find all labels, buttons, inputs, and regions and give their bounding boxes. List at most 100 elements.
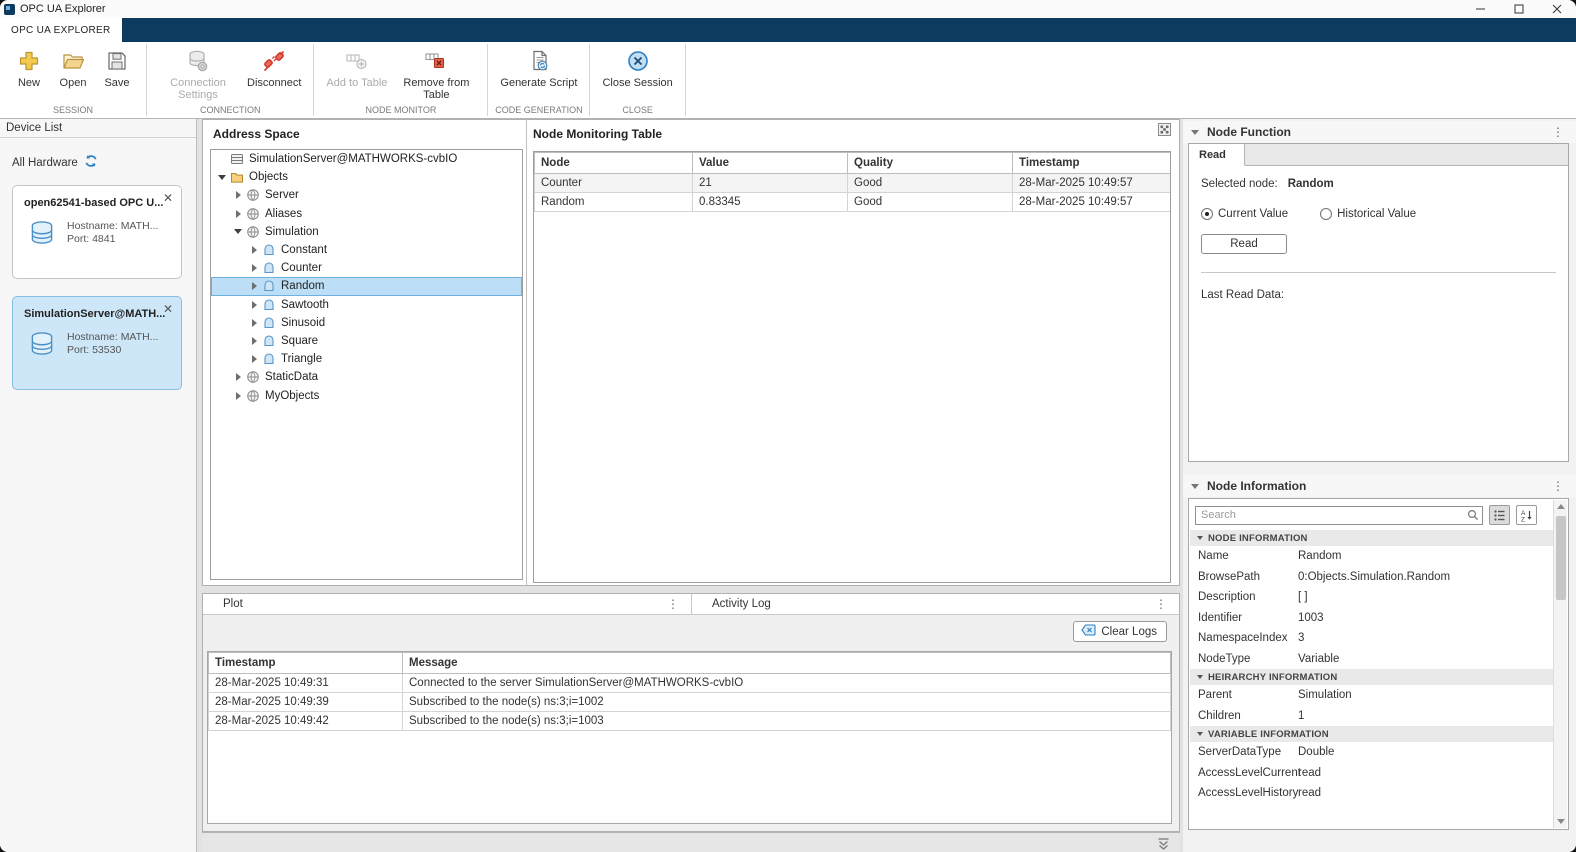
search-input[interactable] xyxy=(1195,506,1483,525)
group-view-button[interactable] xyxy=(1489,505,1510,525)
historical-value-radio[interactable] xyxy=(1320,208,1332,220)
monitor-table-row[interactable]: Random0.83345Good28-Mar-2025 10:49:57 xyxy=(535,193,1172,212)
tree-item-counter[interactable]: Counter xyxy=(211,259,522,277)
log-table-row[interactable]: 28-Mar-2025 10:49:39Subscribed to the no… xyxy=(209,693,1171,712)
caret-expanded-icon[interactable] xyxy=(216,175,228,180)
node-function-header[interactable]: Node Function ⋮ xyxy=(1183,121,1576,143)
remove-from-table-button[interactable]: Remove from Table xyxy=(397,47,475,101)
monitor-table-row[interactable]: Counter21Good28-Mar-2025 10:49:57 xyxy=(535,174,1172,193)
caret-collapsed-icon[interactable] xyxy=(232,210,244,218)
caret-collapsed-icon[interactable] xyxy=(232,373,244,381)
collapse-node-information-icon[interactable] xyxy=(1191,484,1199,489)
caret-collapsed-icon[interactable] xyxy=(248,355,260,363)
caret-collapsed-icon[interactable] xyxy=(248,264,260,272)
close-button[interactable] xyxy=(1538,0,1576,18)
folder-node-icon xyxy=(230,170,244,184)
tree-item-constant[interactable]: Constant xyxy=(211,241,522,259)
maximize-button[interactable] xyxy=(1500,0,1538,18)
address-space-tree: SimulationServer@MATHWORKS-cvbIOObjectsS… xyxy=(210,149,523,580)
tree-item-simulationserver-mathworks-cvbio[interactable]: SimulationServer@MATHWORKS-cvbIO xyxy=(211,150,522,168)
minimize-button[interactable] xyxy=(1462,0,1500,18)
tree-item-square[interactable]: Square xyxy=(211,332,522,350)
open-button[interactable]: Open xyxy=(56,47,90,89)
tab-opc-ua-explorer[interactable]: OPC UA EXPLORER xyxy=(0,18,122,42)
device-card-open62541-based-opc-u[interactable]: open62541-based OPC U...✕Hostname: MATH.… xyxy=(12,185,182,279)
caret-collapsed-icon[interactable] xyxy=(232,392,244,400)
add-to-table-icon xyxy=(344,47,370,74)
section-header-node-information[interactable]: NODE INFORMATION xyxy=(1190,530,1553,546)
tree-item-server[interactable]: Server xyxy=(211,186,522,204)
tree-item-aliases[interactable]: Aliases xyxy=(211,205,522,223)
separator xyxy=(1201,272,1556,273)
tree-item-sawtooth[interactable]: Sawtooth xyxy=(211,296,522,314)
tree-item-simulation[interactable]: Simulation xyxy=(211,223,522,241)
column-header-quality[interactable]: Quality xyxy=(848,153,1013,174)
node-function-menu-icon[interactable]: ⋮ xyxy=(1552,125,1564,139)
caret-expanded-icon[interactable] xyxy=(232,229,244,234)
plot-menu-icon[interactable]: ⋮ xyxy=(667,597,679,611)
column-header-value[interactable]: Value xyxy=(693,153,848,174)
device-name: SimulationServer@MATH... xyxy=(13,297,181,320)
generate-script-button[interactable]: Generate Script xyxy=(500,47,577,89)
node-information-header[interactable]: Node Information ⋮ xyxy=(1183,475,1576,497)
device-name: open62541-based OPC U... xyxy=(13,186,181,209)
device-card-simulationserver-math[interactable]: SimulationServer@MATH...✕Hostname: MATH.… xyxy=(12,296,182,390)
scrollbar[interactable] xyxy=(1553,500,1567,828)
new-button[interactable]: New xyxy=(12,47,46,89)
toolbar-group-session: New Open Save SESSION xyxy=(0,42,146,118)
read-button[interactable]: Read xyxy=(1201,234,1287,254)
node-information-menu-icon[interactable]: ⋮ xyxy=(1552,479,1564,493)
tab-plot[interactable]: Plot ⋮ xyxy=(203,594,691,614)
tree-item-myobjects[interactable]: MyObjects xyxy=(211,386,522,404)
maximize-panel-icon[interactable] xyxy=(1158,123,1171,141)
column-header-node[interactable]: Node xyxy=(535,153,693,174)
caret-collapsed-icon[interactable] xyxy=(248,282,260,290)
tree-item-triangle[interactable]: Triangle xyxy=(211,350,522,368)
tree-item-label: Sawtooth xyxy=(281,299,329,311)
node-function-panel: Read Selected node: Random Current Value… xyxy=(1188,143,1569,462)
column-header-timestamp[interactable]: Timestamp xyxy=(1013,153,1172,174)
tree-item-label: Aliases xyxy=(265,208,302,220)
close-session-button[interactable]: Close Session xyxy=(602,47,672,89)
scroll-up-icon[interactable] xyxy=(1554,500,1568,513)
caret-collapsed-icon[interactable] xyxy=(248,246,260,254)
log-table-row[interactable]: 28-Mar-2025 10:49:31Connected to the ser… xyxy=(209,674,1171,693)
activity-log-menu-icon[interactable]: ⋮ xyxy=(1155,597,1167,611)
column-header-message[interactable]: Message xyxy=(403,653,1171,674)
caret-collapsed-icon[interactable] xyxy=(248,319,260,327)
disconnect-button[interactable]: Disconnect xyxy=(247,47,301,89)
section-header-variable-information[interactable]: VARIABLE INFORMATION xyxy=(1190,726,1553,742)
panel-divider[interactable] xyxy=(526,120,527,585)
property-name: Parent xyxy=(1190,689,1298,701)
group-label-code-generation: CODE GENERATION xyxy=(488,105,589,118)
tree-item-sinusoid[interactable]: Sinusoid xyxy=(211,314,522,332)
collapse-node-function-icon[interactable] xyxy=(1191,130,1199,135)
section-header-heirarchy-information[interactable]: HEIRARCHY INFORMATION xyxy=(1190,669,1553,685)
toolbar-group-node-monitor: Add to Table Remove from Table NODE MONI… xyxy=(314,42,487,118)
collapse-panel-icon[interactable] xyxy=(1157,837,1170,852)
caret-collapsed-icon[interactable] xyxy=(232,191,244,199)
property-name: Identifier xyxy=(1190,612,1298,624)
caret-collapsed-icon[interactable] xyxy=(248,301,260,309)
scroll-down-icon[interactable] xyxy=(1554,815,1568,828)
tree-item-objects[interactable]: Objects xyxy=(211,168,522,186)
close-device-icon[interactable]: ✕ xyxy=(162,193,174,205)
tree-item-staticdata[interactable]: StaticData xyxy=(211,368,522,386)
scrollbar-thumb[interactable] xyxy=(1556,516,1566,600)
close-device-icon[interactable]: ✕ xyxy=(162,304,174,316)
save-button[interactable]: Save xyxy=(100,47,134,89)
tab-activity-log[interactable]: Activity Log ⋮ xyxy=(691,594,1179,614)
tree-item-random[interactable]: Random xyxy=(211,277,522,295)
current-value-radio[interactable] xyxy=(1201,208,1213,220)
clear-logs-button[interactable]: Clear Logs xyxy=(1073,621,1167,642)
caret-collapsed-icon[interactable] xyxy=(248,337,260,345)
tab-read[interactable]: Read xyxy=(1189,144,1245,166)
connection-settings-button[interactable]: Connection Settings xyxy=(159,47,237,101)
add-to-table-button[interactable]: Add to Table xyxy=(326,47,387,89)
sort-button[interactable]: AZ xyxy=(1516,505,1537,525)
refresh-icon[interactable] xyxy=(84,154,98,171)
column-header-timestamp[interactable]: Timestamp xyxy=(209,653,403,674)
log-table-row[interactable]: 28-Mar-2025 10:49:42Subscribed to the no… xyxy=(209,712,1171,731)
device-port: Port: 53530 xyxy=(67,344,158,357)
selected-node-label: Selected node: xyxy=(1201,178,1278,190)
